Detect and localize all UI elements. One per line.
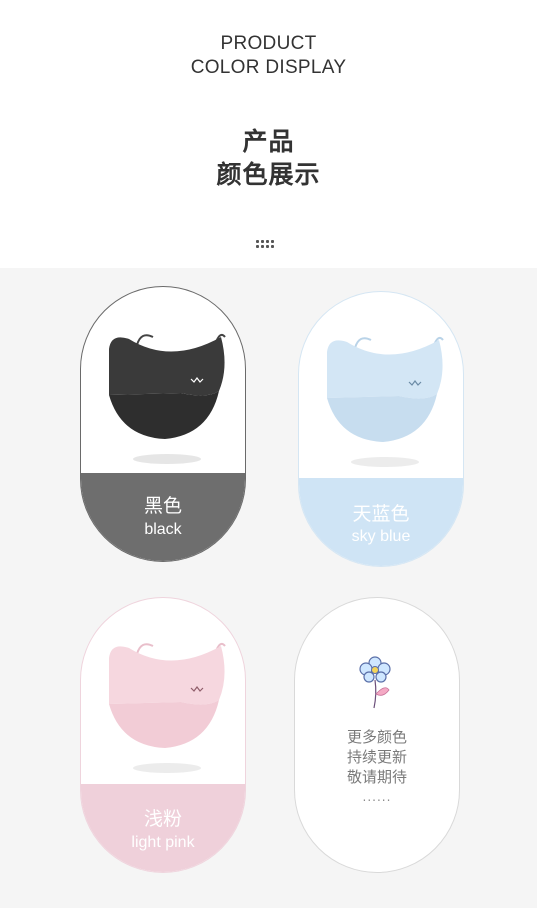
more-colors-card: 更多颜色 持续更新 敬请期待 ......	[294, 597, 460, 873]
dots-divider-icon	[256, 240, 278, 248]
color-name-zh: 天蓝色	[352, 503, 410, 525]
header-section: PRODUCT COLOR DISPLAY 产品 颜色展示	[0, 0, 537, 268]
more-colors-dots: ......	[362, 790, 392, 804]
color-card-light-pink[interactable]: 浅粉 light pink	[80, 597, 246, 873]
color-name-en: black	[144, 521, 182, 538]
color-name-zh: 浅粉	[143, 808, 182, 830]
mask-sky-blue-image	[327, 336, 444, 467]
color-card-black[interactable]: 黑色 black	[80, 286, 246, 562]
more-colors-line1: 更多颜色	[346, 728, 407, 746]
title-en-line2: COLOR DISPLAY	[190, 57, 347, 78]
title-en-line1: PRODUCT	[220, 33, 317, 54]
title-zh-line1: 产品	[242, 127, 295, 156]
mask-light-pink-image	[109, 642, 226, 773]
more-colors-line3: 敬请期待	[346, 768, 407, 786]
color-name-zh: 黑色	[143, 495, 182, 517]
mask-black-image	[109, 333, 226, 464]
color-name-en: light pink	[131, 834, 195, 851]
flower-icon	[359, 656, 391, 709]
title-zh-line2: 颜色展示	[216, 160, 321, 189]
color-name-en: sky blue	[351, 528, 411, 545]
more-colors-line2: 持续更新	[346, 748, 407, 766]
color-card-sky-blue[interactable]: 天蓝色 sky blue	[298, 291, 464, 567]
